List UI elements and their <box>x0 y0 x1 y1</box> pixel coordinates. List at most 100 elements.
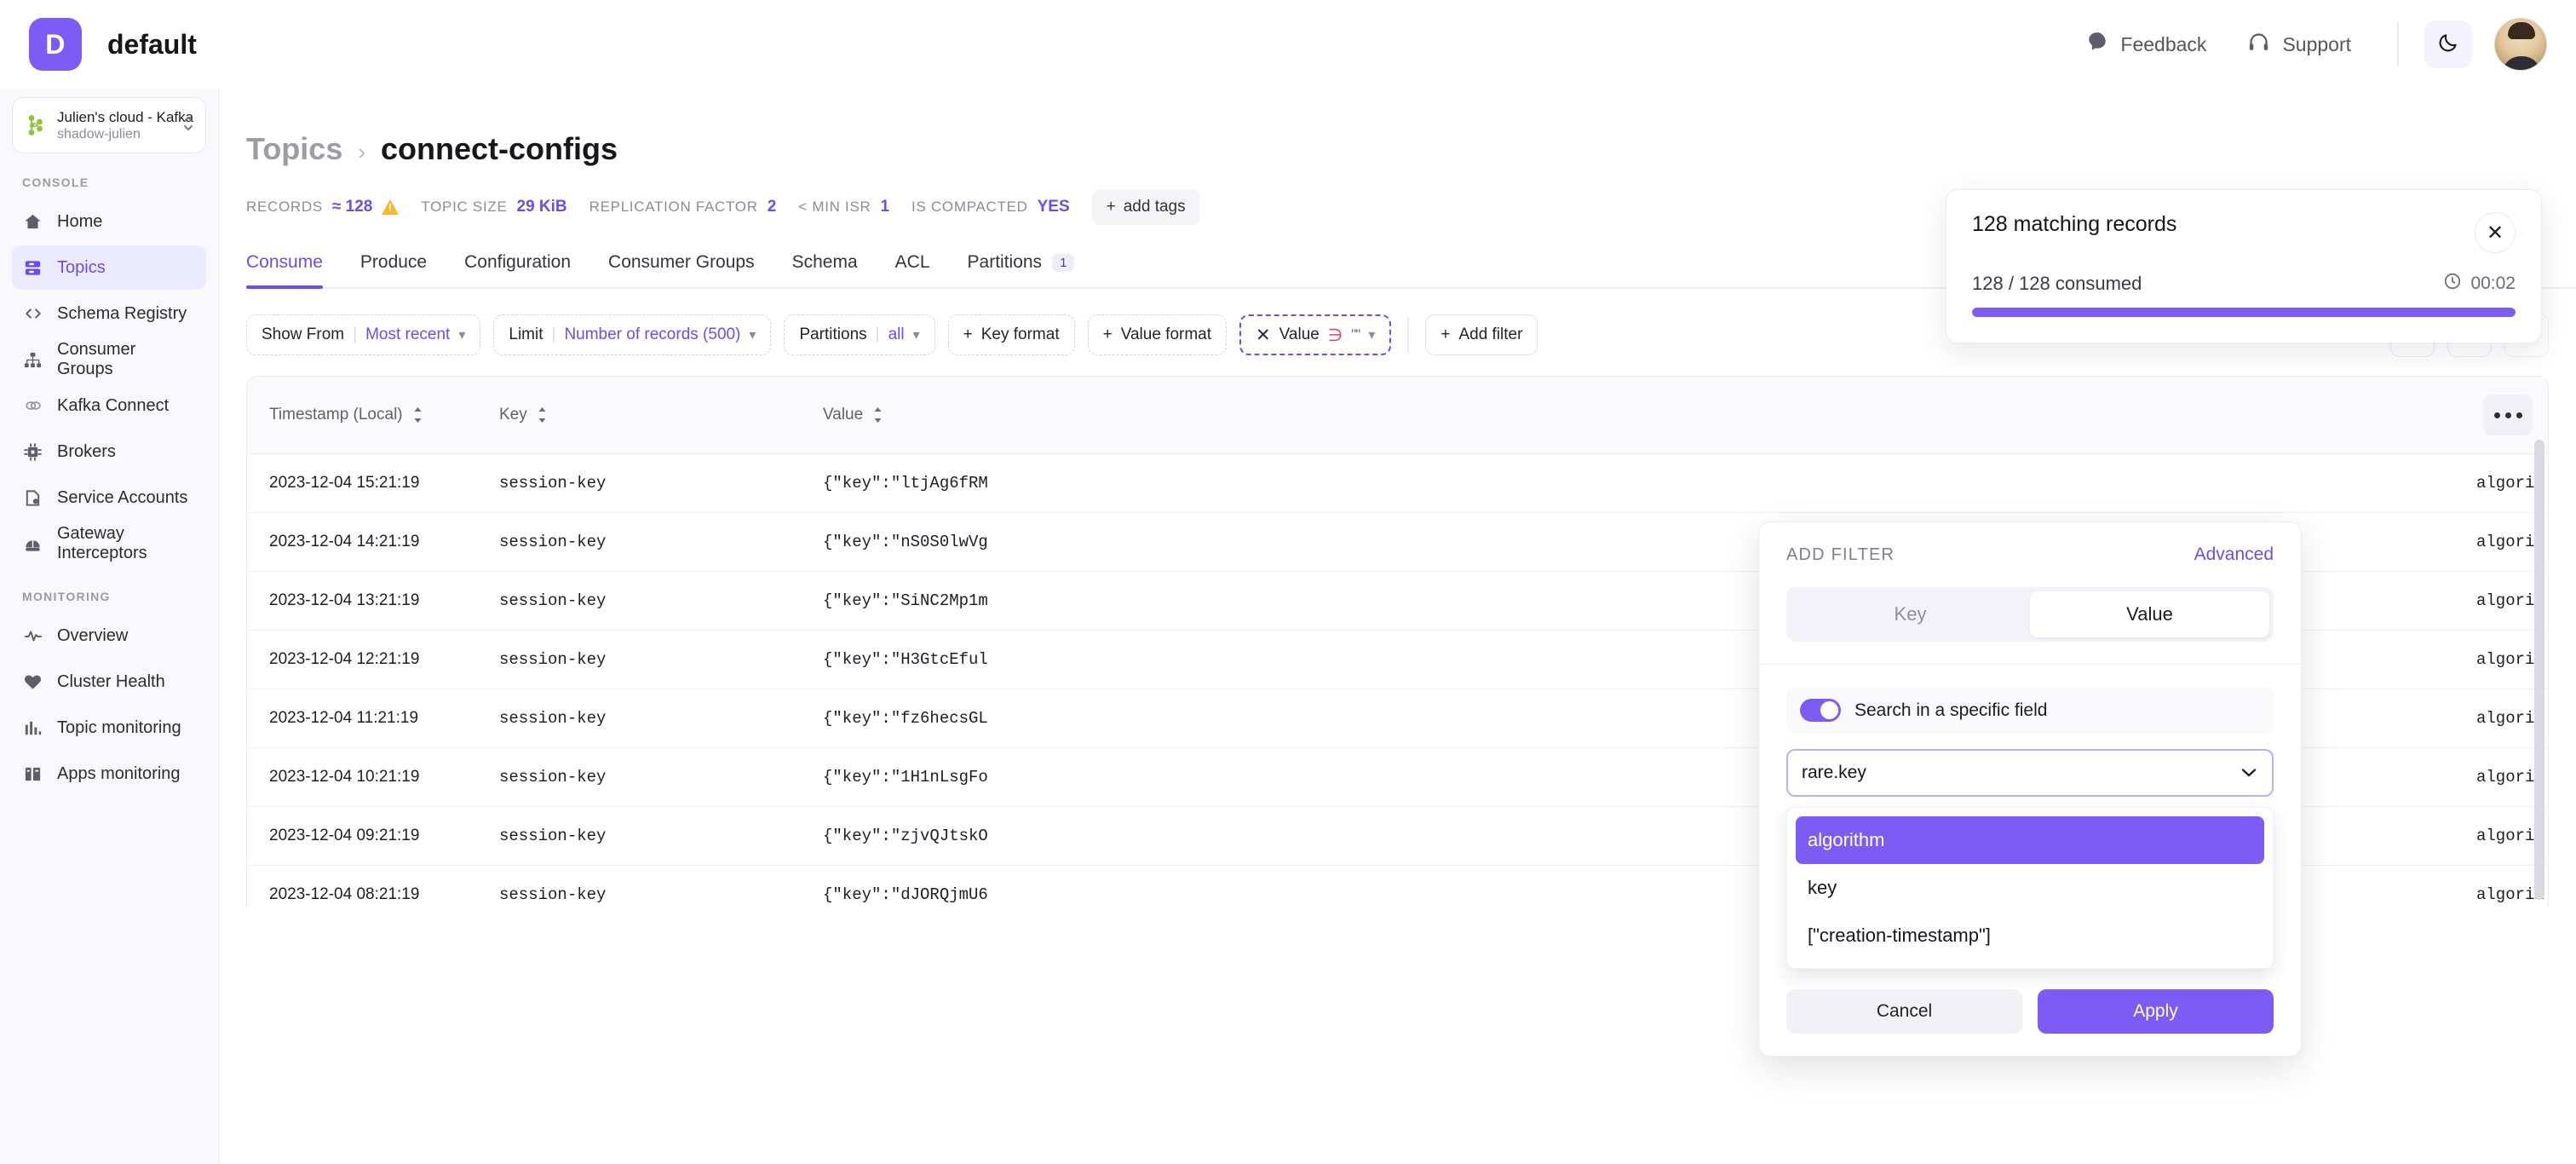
sidebar-item-label: Home <box>57 211 103 231</box>
show-from-filter[interactable]: Show From | Most recent ▾ <box>246 314 481 355</box>
cell-timestamp: 2023-12-04 13:21:19 <box>247 571 477 631</box>
code-brackets-icon <box>22 304 43 323</box>
toast-title: 128 matching records <box>1972 212 2177 236</box>
gateway-icon <box>22 534 43 554</box>
cluster-text: Julien's cloud - Kafka shadow-julien <box>57 108 193 143</box>
sidebar-item-brokers[interactable]: Brokers <box>12 429 206 474</box>
feedback-button[interactable]: Feedback <box>2086 31 2206 58</box>
app-root: D default Feedback Support Julien's clou… <box>0 0 2576 1164</box>
stat-value: ≈ 128 <box>331 198 373 216</box>
close-icon[interactable]: ✕ <box>2475 212 2516 253</box>
add-tags-button[interactable]: + add tags <box>1091 189 1200 225</box>
tab-partitions[interactable]: Partitions 1 <box>949 252 1094 287</box>
value-filter-chip[interactable]: ✕ Value ∋ "" ▾ <box>1239 314 1392 355</box>
dot <box>2516 412 2522 418</box>
cell-key: session-key <box>477 512 801 572</box>
add-filter-button[interactable]: + Add filter <box>1425 314 1538 355</box>
tab-acl[interactable]: ACL <box>877 252 949 287</box>
sidebar-item-topic-monitoring[interactable]: Topic monitoring <box>12 706 206 750</box>
table-options-button[interactable] <box>2483 395 2533 435</box>
workspace-title: default <box>107 28 197 60</box>
partitions-filter[interactable]: Partitions | all ▾ <box>784 314 935 355</box>
field-option-creation-timestamp[interactable]: ["creation-timestamp"] <box>1796 912 2264 959</box>
scrollbar-thumb[interactable] <box>2534 440 2544 900</box>
column-header-value[interactable]: Value <box>801 377 2454 454</box>
limit-label: Limit <box>509 326 543 343</box>
sidebar-item-apps-monitoring[interactable]: Apps monitoring <box>12 752 206 796</box>
sidebar-item-schema-registry[interactable]: Schema Registry <box>12 291 206 336</box>
plus-icon: + <box>1440 326 1451 343</box>
kafka-icon <box>25 114 47 136</box>
th-inner: Key <box>499 406 801 424</box>
tab-produce[interactable]: Produce <box>342 252 446 287</box>
cell-key: session-key <box>477 453 801 513</box>
support-label: Support <box>2282 32 2351 55</box>
limit-value: Number of records (500) <box>564 326 741 343</box>
theme-toggle-button[interactable] <box>2424 20 2472 68</box>
close-icon[interactable]: ✕ <box>1256 326 1271 344</box>
breadcrumb: Topics › connect-configs <box>246 89 2576 167</box>
sidebar-item-overview[interactable]: Overview <box>12 614 206 658</box>
limit-filter[interactable]: Limit | Number of records (500) ▾ <box>493 314 772 355</box>
stat-key: REPLICATION FACTOR <box>589 199 758 215</box>
cell-timestamp: 2023-12-04 15:21:19 <box>247 453 477 513</box>
user-avatar[interactable] <box>2494 18 2547 71</box>
progress-bar <box>1972 308 2516 317</box>
breadcrumb-parent[interactable]: Topics <box>246 131 342 167</box>
sidebar-item-consumer-groups[interactable]: Consumer Groups <box>12 337 206 382</box>
bar-chart-icon <box>22 718 43 738</box>
specific-field-toggle[interactable] <box>1800 699 1841 722</box>
tab-consume[interactable]: Consume <box>246 252 342 289</box>
cell-timestamp: 2023-12-04 14:21:19 <box>247 512 477 572</box>
show-from-label: Show From <box>262 326 345 343</box>
advanced-link[interactable]: Advanced <box>2194 545 2274 565</box>
page-title: connect-configs <box>381 131 618 166</box>
cluster-name: Julien's cloud - Kafka <box>57 108 194 125</box>
specific-field-toggle-row[interactable]: Search in a specific field <box>1786 687 2274 734</box>
sidebar-section-console-label: CONSOLE <box>22 176 89 189</box>
tab-schema[interactable]: Schema <box>773 252 877 287</box>
sidebar-item-cluster-health[interactable]: Cluster Health <box>12 660 206 704</box>
cell-key: session-key <box>477 571 801 631</box>
cell-timestamp: 2023-12-04 08:21:19 <box>247 865 477 908</box>
cluster-selector[interactable]: Julien's cloud - Kafka shadow-julien <box>12 97 206 153</box>
column-header-timestamp[interactable]: Timestamp (Local) <box>247 377 477 454</box>
value-format-label: Value format <box>1120 326 1212 343</box>
cancel-button[interactable]: Cancel <box>1786 989 2022 1034</box>
workspace-logo[interactable]: D <box>29 18 82 71</box>
table-scrollbar[interactable] <box>2534 440 2544 908</box>
chevron-down-icon: ▾ <box>458 328 466 343</box>
tab-configuration[interactable]: Configuration <box>446 252 589 287</box>
segment-value[interactable]: Value <box>2030 591 2269 637</box>
sidebar-item-kafka-connect[interactable]: Kafka Connect <box>12 383 206 428</box>
column-label: Value <box>823 406 864 424</box>
segment-key[interactable]: Key <box>1791 591 2030 637</box>
sidebar-item-topics[interactable]: Topics <box>12 245 206 290</box>
column-label: Key <box>499 406 527 424</box>
column-header-key[interactable]: Key <box>477 377 801 454</box>
field-select-input[interactable]: rare.key <box>1786 749 2274 797</box>
sidebar-item-label: Overview <box>57 625 129 645</box>
breadcrumb-separator: › <box>358 139 366 164</box>
sidebar-item-service-accounts[interactable]: Service Accounts <box>12 475 206 520</box>
sidebar-item-label: Consumer Groups <box>57 340 136 378</box>
feedback-icon <box>2086 31 2108 58</box>
chip-separator: | <box>551 326 556 343</box>
stat-key: IS COMPACTED <box>911 199 1028 215</box>
support-button[interactable]: Support <box>2247 31 2351 59</box>
value-format-filter[interactable]: + Value format <box>1087 314 1228 355</box>
popover-header: ADD FILTER Advanced <box>1786 545 2274 565</box>
key-format-filter[interactable]: + Key format <box>947 314 1075 355</box>
stat-value: 29 KiB <box>516 198 567 216</box>
sidebar-item-home[interactable]: Home <box>12 199 206 244</box>
cell-key: session-key <box>477 689 801 748</box>
sort-icon <box>872 407 883 423</box>
apply-button[interactable]: Apply <box>2038 989 2274 1034</box>
sidebar-item-label: Gateway Interceptors <box>57 524 147 562</box>
field-option-key[interactable]: key <box>1796 864 2264 912</box>
table-row[interactable]: 2023-12-04 15:21:19 session-key {"key":"… <box>247 453 2548 513</box>
sidebar-item-gateway-interceptors[interactable]: Gateway Interceptors <box>12 521 206 566</box>
field-option-algorithm[interactable]: algorithm <box>1796 816 2264 864</box>
tab-consumer-groups[interactable]: Consumer Groups <box>589 252 773 287</box>
